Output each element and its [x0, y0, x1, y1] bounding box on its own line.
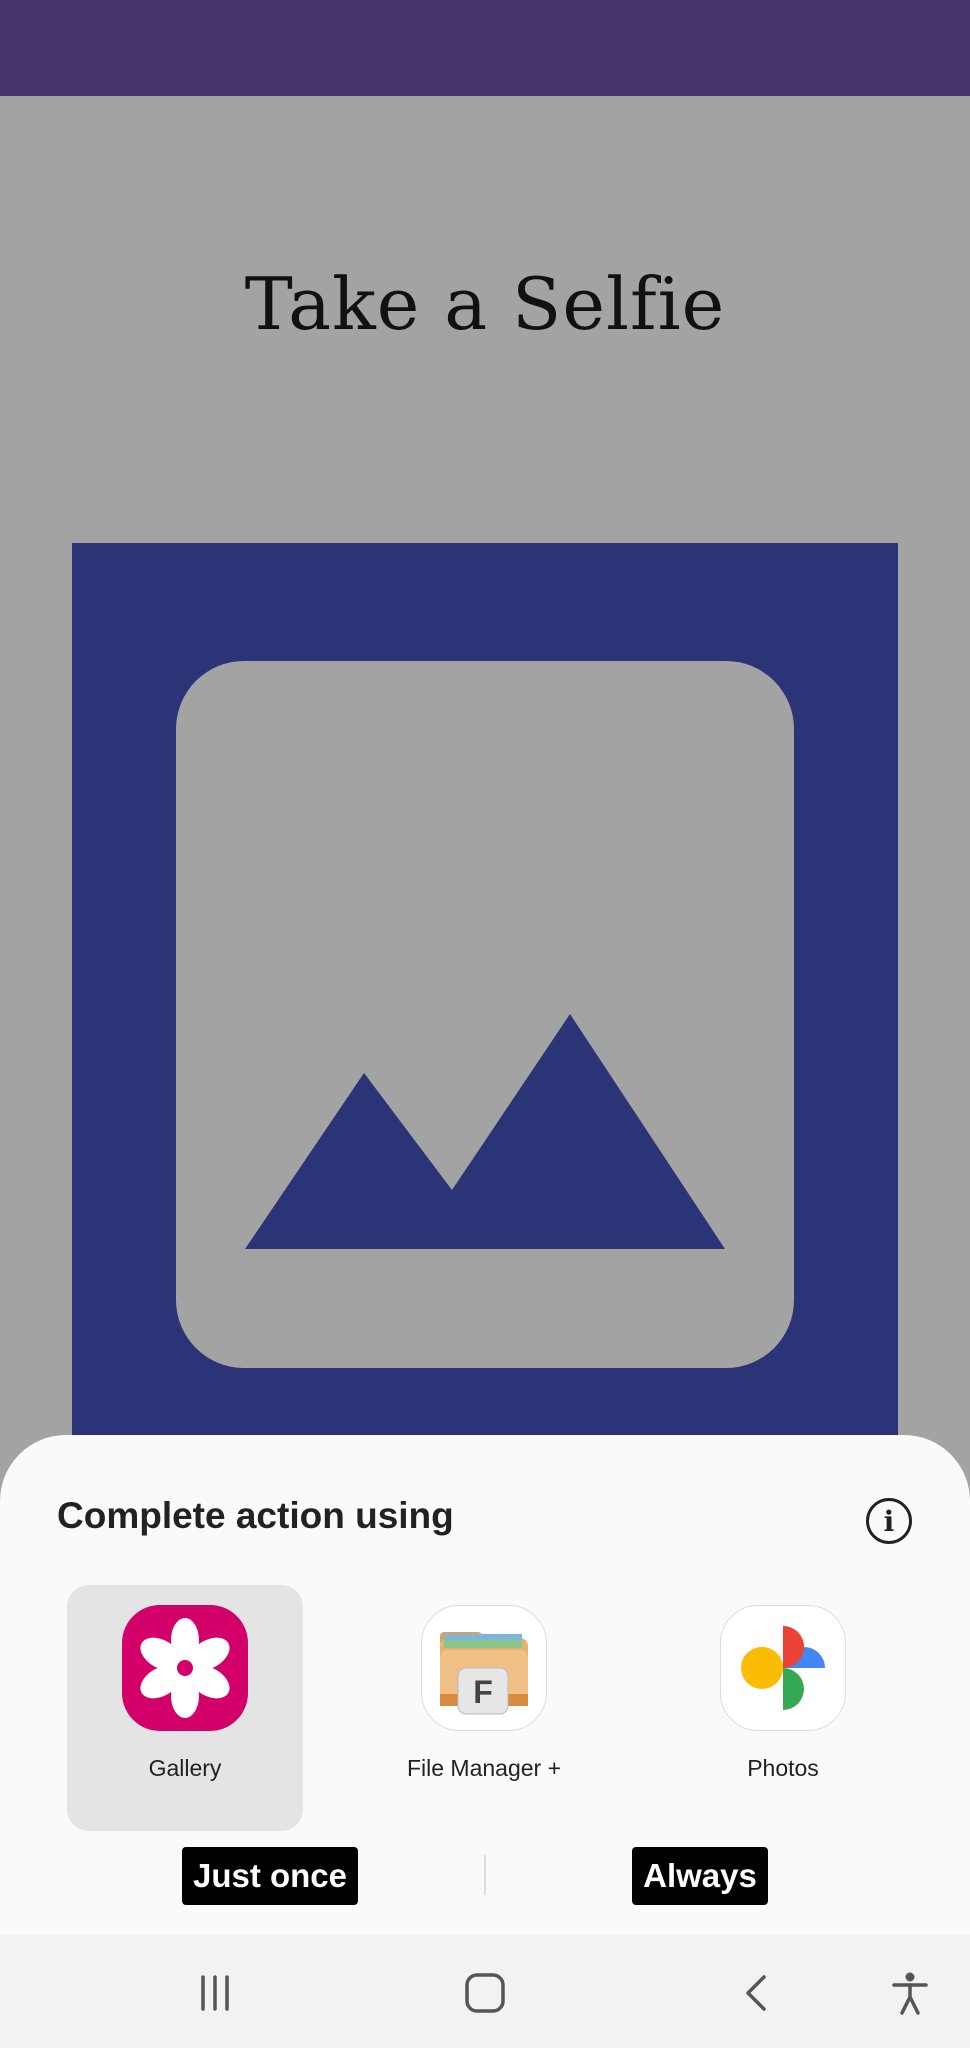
page-title: Take a Selfie: [244, 262, 726, 346]
app-option-photos[interactable]: Photos: [665, 1585, 901, 1831]
system-nav-bar: [0, 1935, 970, 2048]
complete-action-sheet: Complete action using i Gallery F File M…: [0, 1435, 970, 1935]
folder-f-icon: F: [421, 1605, 547, 1731]
app-label-file-manager: File Manager +: [406, 1755, 562, 1781]
image-placeholder-icon: [176, 661, 794, 1368]
button-divider: [484, 1855, 486, 1895]
back-icon[interactable]: [726, 1963, 786, 2023]
mountain-icon: [245, 1014, 725, 1249]
info-icon[interactable]: i: [866, 1498, 912, 1544]
sheet-title: Complete action using: [57, 1495, 454, 1536]
pinwheel-icon: [720, 1605, 846, 1731]
info-glyph: i: [883, 1504, 895, 1538]
home-icon[interactable]: [455, 1963, 515, 2023]
app-option-file-manager[interactable]: F File Manager +: [366, 1585, 602, 1831]
gallery-flower-icon: [122, 1605, 248, 1731]
recent-apps-icon[interactable]: [185, 1963, 245, 2023]
status-bar: [0, 0, 970, 96]
app-option-gallery[interactable]: Gallery: [67, 1585, 303, 1831]
always-button[interactable]: Always: [632, 1847, 768, 1905]
accessibility-icon[interactable]: [880, 1963, 940, 2023]
just-once-button[interactable]: Just once: [182, 1847, 358, 1905]
app-label-gallery: Gallery: [148, 1755, 222, 1781]
selfie-image-placeholder[interactable]: [72, 543, 898, 1443]
app-label-photos: Photos: [747, 1755, 819, 1781]
svg-text:F: F: [473, 1674, 493, 1710]
